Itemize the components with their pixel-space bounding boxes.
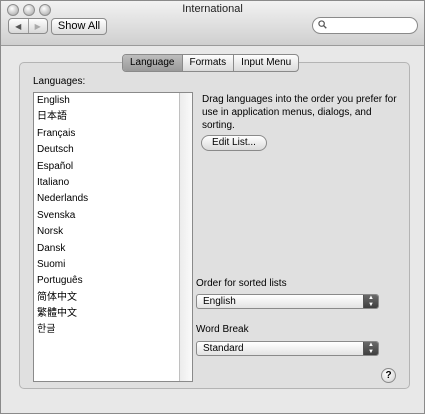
tab-bar: Language Formats Input Menu	[122, 54, 300, 72]
tab-language[interactable]: Language	[123, 55, 182, 71]
language-list-item[interactable]: English	[34, 93, 180, 109]
help-button[interactable]: ?	[381, 368, 396, 383]
navigation-buttons: ◀ ▶	[8, 18, 48, 34]
sort-order-popup[interactable]: English ▲ ▼	[196, 294, 379, 309]
language-list-item[interactable]: 简体中文	[34, 290, 180, 306]
tab-formats[interactable]: Formats	[181, 55, 234, 71]
languages-list-scrollbar[interactable]	[179, 93, 192, 381]
language-list-item[interactable]: 日本語	[34, 109, 180, 125]
word-break-popup[interactable]: Standard ▲ ▼	[196, 341, 379, 356]
title-bar: International ◀ ▶ Show All	[1, 1, 424, 46]
language-list-item[interactable]: Deutsch	[34, 142, 180, 158]
edit-list-button[interactable]: Edit List...	[201, 135, 267, 151]
preferences-window: International ◀ ▶ Show All Language Form…	[0, 0, 425, 414]
languages-list-items: English 日本語 Français Deutsch Español Italiano…	[34, 93, 180, 339]
language-list-item[interactable]: Italiano	[34, 175, 180, 191]
language-list-item[interactable]: Norsk	[34, 224, 180, 240]
language-list-item[interactable]: Español	[34, 159, 180, 175]
language-list-item[interactable]: Nederlands	[34, 191, 180, 207]
instructions-text: Drag languages into the order you prefer…	[202, 94, 397, 131]
languages-list[interactable]: English 日本語 Français Deutsch Español Italiano…	[33, 92, 193, 382]
language-list-item[interactable]: 繁體中文	[34, 306, 180, 322]
languages-label: Languages:	[33, 76, 86, 87]
search-field[interactable]	[312, 17, 418, 34]
word-break-label: Word Break	[196, 324, 249, 335]
word-break-value: Standard	[203, 343, 244, 354]
sort-order-label: Order for sorted lists	[196, 278, 287, 289]
search-icon	[318, 20, 327, 29]
popup-arrows-icon: ▲ ▼	[363, 295, 378, 308]
forward-arrow-icon[interactable]: ▶	[27, 19, 48, 33]
language-list-item[interactable]: Dansk	[34, 241, 180, 257]
language-list-item[interactable]: Svenska	[34, 208, 180, 224]
back-arrow-icon[interactable]: ◀	[9, 19, 28, 33]
language-list-item[interactable]: Suomi	[34, 257, 180, 273]
language-list-item[interactable]: Português	[34, 273, 180, 289]
language-list-item[interactable]: Français	[34, 126, 180, 142]
popup-arrows-icon: ▲ ▼	[363, 342, 378, 355]
sort-order-value: English	[203, 296, 236, 307]
window-title: International	[182, 3, 243, 15]
show-all-button[interactable]: Show All	[51, 18, 107, 35]
tab-input-menu[interactable]: Input Menu	[233, 55, 298, 71]
language-list-item[interactable]: 한글	[34, 322, 180, 338]
